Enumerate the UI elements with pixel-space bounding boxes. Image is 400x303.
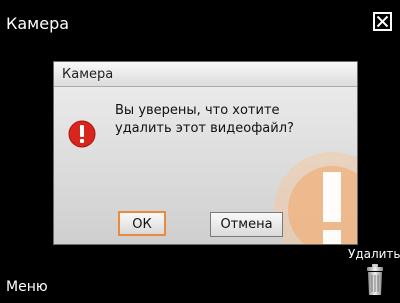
dialog-message: Вы уверены, что хотите удалить этот виде… — [115, 102, 325, 138]
dialog-titlebar: Камера — [54, 62, 357, 87]
ok-button[interactable]: ОК — [118, 211, 166, 236]
close-button[interactable] — [373, 12, 392, 31]
trash-icon[interactable] — [366, 264, 384, 296]
cancel-button[interactable]: Отмена — [210, 212, 283, 237]
delete-softkey[interactable]: Удалить — [348, 247, 400, 261]
dialog-message-line: удалить этот видеофайл? — [115, 121, 294, 136]
warning-icon — [274, 152, 357, 244]
error-icon — [68, 120, 96, 148]
dialog-message-line: Вы уверены, что хотите — [115, 103, 280, 118]
close-icon — [376, 15, 389, 28]
app-title: Камера — [6, 14, 70, 33]
menu-softkey[interactable]: Меню — [6, 279, 48, 295]
confirm-dialog: Камера Вы уверены, что хотите удалить эт… — [53, 61, 358, 245]
dialog-title: Камера — [62, 67, 114, 82]
